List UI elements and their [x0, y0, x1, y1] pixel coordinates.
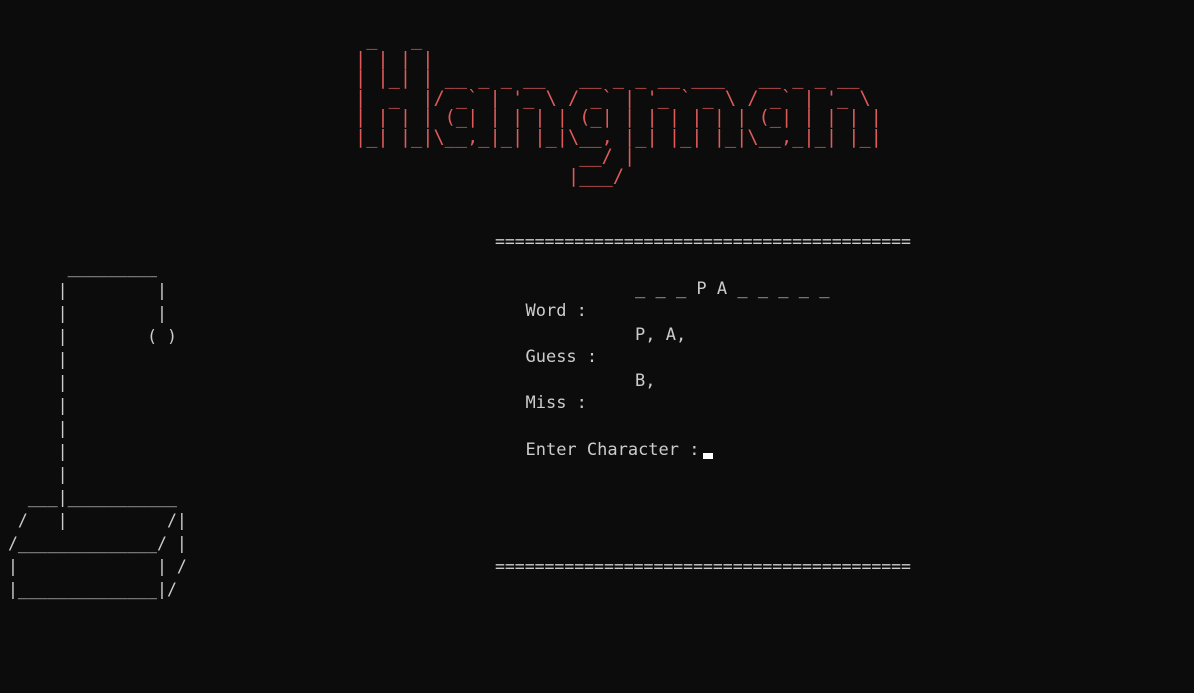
word-label: Word :	[525, 301, 587, 321]
gallows-art: _________ | | | | | ( ) | | | | | | ___|…	[8, 258, 187, 599]
top-separator: ========================================…	[495, 232, 911, 251]
enter-character-label: Enter Character :	[525, 440, 700, 460]
miss-label: Miss :	[525, 393, 587, 413]
character-prompt-row[interactable]: Enter Character :	[505, 417, 714, 461]
text-cursor[interactable]	[703, 453, 714, 459]
hangman-title-art: _ _ | | | | | |_| | __ _ _ __ __ _ _ __ …	[355, 28, 882, 187]
miss-value: B,	[635, 371, 656, 391]
bottom-separator: ========================================…	[495, 557, 911, 576]
guess-label: Guess :	[525, 347, 598, 367]
guess-value: P, A,	[635, 325, 687, 345]
word-value: _ _ _ P A _ _ _ _ _	[635, 279, 830, 299]
